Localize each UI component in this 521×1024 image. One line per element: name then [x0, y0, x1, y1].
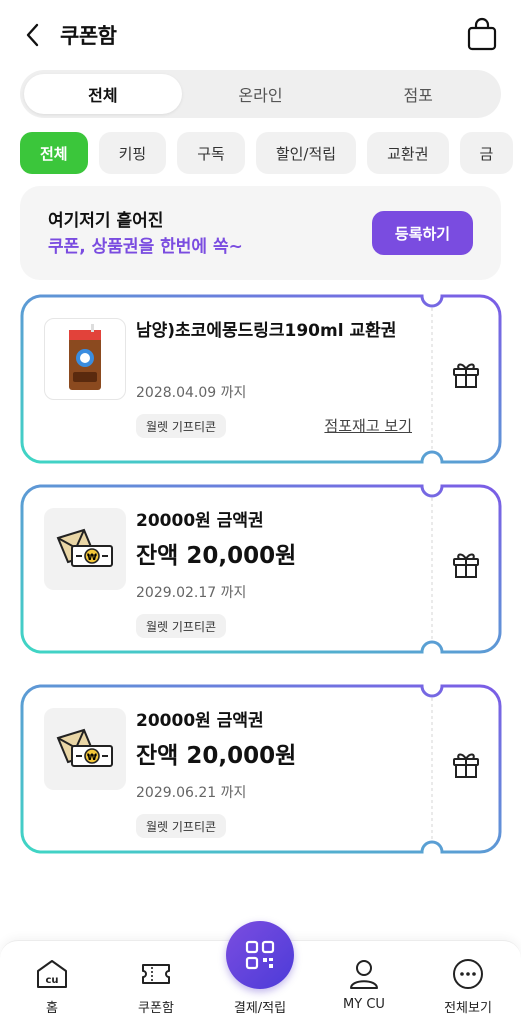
cu-home-icon: cu: [37, 960, 67, 988]
nav-pay-label: 결제/적립: [233, 1001, 287, 1016]
tab-online[interactable]: 온라인: [182, 74, 340, 114]
shopping-bag-button[interactable]: [465, 16, 499, 52]
voucher-thumbnail: ₩: [44, 508, 126, 590]
register-button[interactable]: 등록하기: [372, 211, 473, 255]
gift-icon: [453, 553, 479, 578]
coupon-balance: 잔액 20,000원: [136, 743, 297, 769]
store-stock-link[interactable]: 점포재고 보기: [324, 415, 412, 436]
register-banner: 여기저기 흩어진 쿠폰, 상품권을 한번에 쏙~ 등록하기: [20, 186, 501, 280]
money-envelope-icon: ₩: [56, 728, 113, 767]
chip-discount[interactable]: 할인/적립: [255, 132, 357, 174]
tab-all[interactable]: 전체: [24, 74, 182, 114]
nav-pay[interactable]: 결제/적립: [208, 921, 312, 1024]
shopping-bag-icon: [467, 17, 497, 51]
gift-button[interactable]: [450, 358, 482, 390]
chip-amount[interactable]: 금: [459, 132, 514, 174]
svg-text:₩: ₩: [87, 753, 97, 763]
coupon-source-badge: 월렛 기프티콘: [136, 614, 227, 638]
coupon-name: 20000원 금액권: [136, 511, 264, 531]
coupon-expiry: 2029.06.21 까지: [136, 785, 247, 801]
chip-keeping[interactable]: 키핑: [98, 132, 167, 174]
nav-my-cu[interactable]: MY CU: [312, 941, 416, 1024]
coupon-balance: 잔액 20,000원: [136, 543, 297, 569]
gift-button[interactable]: [450, 548, 482, 580]
chip-exchange[interactable]: 교환권: [367, 132, 449, 174]
nav-home[interactable]: cu 홈: [0, 941, 104, 1024]
choco-drink-image: [69, 324, 101, 390]
money-envelope-icon: ₩: [56, 528, 113, 567]
nav-my-cu-label: MY CU: [343, 997, 385, 1012]
svg-text:cu: cu: [45, 975, 58, 986]
category-chip-row: 전체 키핑 구독 할인/적립 교환권 금: [20, 132, 521, 176]
chevron-left-icon: [26, 23, 39, 47]
coupon-source-badge: 월렛 기프티콘: [136, 414, 227, 438]
person-icon: [350, 960, 378, 989]
voucher-thumbnail: ₩: [44, 708, 126, 790]
coupon-card[interactable]: ₩ 20000원 금액권 잔액 20,000원 2029.02.17 까지 월렛…: [20, 484, 502, 654]
coupon-source-badge: 월렛 기프티콘: [136, 814, 227, 838]
gift-icon: [453, 363, 479, 388]
coupon-name: 남양)초코에몽드링크190ml 교환권: [136, 321, 397, 341]
ticket-icon: [142, 964, 170, 984]
app-header: 쿠폰함: [0, 0, 521, 66]
banner-line-1: 여기저기 흩어진: [48, 211, 164, 231]
product-thumbnail: [44, 318, 126, 400]
coupon-name: 20000원 금액권: [136, 711, 264, 731]
coupon-expiry: 2028.04.09 까지: [136, 385, 247, 401]
svg-text:₩: ₩: [87, 553, 97, 563]
nav-more[interactable]: 전체보기: [416, 941, 520, 1024]
banner-line-2: 쿠폰, 상품권을 한번에 쏙~: [48, 237, 243, 257]
nav-home-label: 홈: [46, 1001, 58, 1016]
pay-button[interactable]: [226, 921, 294, 989]
gift-icon: [453, 753, 479, 778]
back-button[interactable]: [18, 20, 48, 50]
chip-subscription[interactable]: 구독: [177, 132, 245, 174]
bottom-navigation: cu 홈 쿠폰함 결제/적립 MY CU 전체보기: [0, 921, 521, 1024]
page-title: 쿠폰함: [60, 24, 117, 48]
coupon-card[interactable]: ₩ 20000원 금액권 잔액 20,000원 2029.06.21 까지 월렛…: [20, 684, 502, 854]
chip-all[interactable]: 전체: [20, 132, 88, 174]
more-icon: [453, 959, 483, 989]
tab-store[interactable]: 점포: [339, 74, 497, 114]
nav-coupons-label: 쿠폰함: [138, 1001, 174, 1016]
nav-coupons[interactable]: 쿠폰함: [104, 941, 208, 1024]
coupon-card[interactable]: 남양)초코에몽드링크190ml 교환권 2028.04.09 까지 월렛 기프티…: [20, 294, 502, 464]
qr-code-icon: [245, 940, 275, 970]
nav-more-label: 전체보기: [444, 1001, 492, 1016]
channel-segmented-control: 전체 온라인 점포: [20, 70, 501, 118]
gift-button[interactable]: [450, 748, 482, 780]
coupon-expiry: 2029.02.17 까지: [136, 585, 247, 601]
